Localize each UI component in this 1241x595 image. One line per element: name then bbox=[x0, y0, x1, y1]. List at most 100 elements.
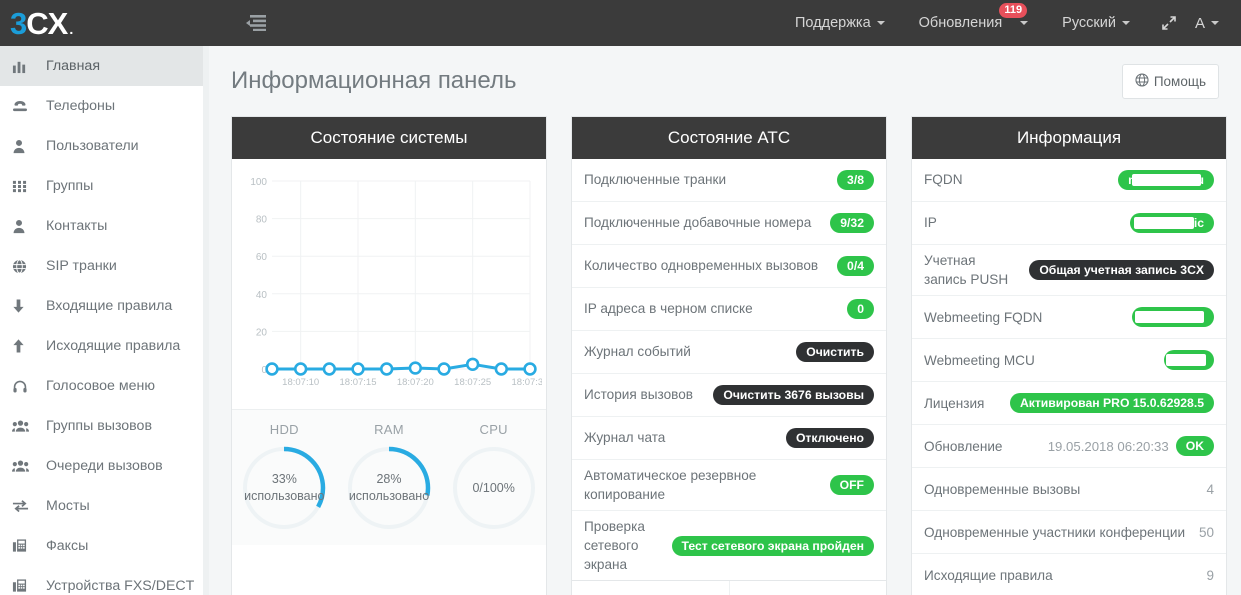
svg-text:100: 100 bbox=[250, 177, 267, 188]
help-button[interactable]: Помощь bbox=[1121, 63, 1219, 99]
pbx-row-value: 3/8 bbox=[837, 170, 874, 190]
info-row-value: 9 bbox=[1206, 568, 1214, 583]
collapse-menu-icon[interactable] bbox=[243, 10, 269, 36]
table-row: Лицензия Активирован PRO 15.0.62928.5 bbox=[912, 382, 1226, 426]
table-row: Одновременные вызовы 4 bbox=[912, 468, 1226, 512]
info-row-label: Исходящие правила bbox=[924, 568, 1053, 584]
action-button[interactable]: Очистить 3676 вызовы bbox=[713, 385, 874, 405]
nav-item-support[interactable]: Поддержка bbox=[778, 0, 902, 46]
pbx-row-label: Проверка сетевого экрана bbox=[584, 519, 645, 573]
info-row-label: Лицензия bbox=[924, 395, 985, 411]
pbx-row-value: Тест сетевого экрана пройден bbox=[671, 535, 874, 556]
svg-text:18:07:15: 18:07:15 bbox=[340, 377, 377, 388]
info-row-label: Webmeeting FQDN bbox=[924, 309, 1043, 325]
sidebar-item-2[interactable]: Пользователи bbox=[0, 126, 207, 166]
help-globe-icon bbox=[1135, 72, 1149, 90]
sidebar: Главная Телефоны Пользователи Группы Контакт… bbox=[0, 46, 208, 595]
top-bar: 3 CX . Поддержка Обновления 119 Русский bbox=[0, 0, 1241, 46]
action-button[interactable]: Общая учетная запись 3CX bbox=[1029, 260, 1214, 281]
user-icon bbox=[12, 139, 42, 154]
sidebar-item-label: Очереди вызовов bbox=[46, 458, 163, 474]
resource-gauges: HDD 33% использовано RAM 28% использовано CP… bbox=[232, 409, 546, 545]
expand-arrows-icon[interactable] bbox=[1147, 0, 1191, 46]
phone-icon bbox=[12, 98, 42, 114]
table-row: Webmeeting MCU bbox=[912, 339, 1226, 383]
status-badge: Активирован PRO 15.0.62928.5 bbox=[1009, 393, 1214, 414]
action-button[interactable]: Отключено bbox=[785, 428, 874, 448]
table-cell bbox=[572, 581, 730, 595]
pbx-row-label: Журнал чата bbox=[584, 430, 666, 446]
svg-text:18:07:30: 18:07:30 bbox=[512, 377, 542, 388]
sidebar-item-0[interactable]: Главная bbox=[0, 46, 207, 86]
sidebar-item-3[interactable]: Группы bbox=[0, 166, 207, 206]
table-row: Исходящие правила 9 bbox=[912, 554, 1226, 595]
sidebar-item-5[interactable]: SIP транки bbox=[0, 246, 207, 286]
status-badge: 9/32 bbox=[830, 213, 874, 233]
sidebar-item-1[interactable]: Телефоны bbox=[0, 86, 207, 126]
pbx-row-label: IP адреса в черном списке bbox=[584, 301, 753, 317]
sidebar-item-12[interactable]: Факсы bbox=[0, 526, 207, 566]
help-button-label: Помощь bbox=[1153, 73, 1206, 89]
table-row: Автоматическое резервное копирование OFF bbox=[572, 460, 886, 512]
gauge-value: 0/100% bbox=[451, 445, 537, 531]
table-row: Подключенные добавочные номера 9/32 bbox=[572, 202, 886, 245]
nav-item-updates[interactable]: Обновления 119 bbox=[902, 0, 1046, 46]
gauge-title: RAM bbox=[374, 422, 404, 437]
sidebar-item-label: Факсы bbox=[46, 538, 89, 554]
page-header: Информационная панель Помощь bbox=[209, 46, 1241, 116]
info-row-label: Одновременные участники конференции bbox=[924, 524, 1186, 540]
redacted-badge[interactable]: m .3cx.eu bbox=[1118, 170, 1214, 190]
sidebar-item-13[interactable]: Устройства FXS/DECT bbox=[0, 566, 207, 595]
pbx-row-value: 9/32 bbox=[830, 213, 874, 233]
sidebar-item-11[interactable]: Мосты bbox=[0, 486, 207, 526]
info-row-value: 50 bbox=[1199, 525, 1214, 540]
info-row-value: m .3cx.eu bbox=[1118, 170, 1214, 190]
redacted-badge[interactable]: Static bbox=[1130, 213, 1214, 233]
sidebar-item-label: Входящие правила bbox=[46, 298, 173, 314]
gauge-ring: 33% использовано bbox=[241, 445, 327, 531]
exchange-icon bbox=[12, 499, 42, 513]
sidebar-item-10[interactable]: Очереди вызовов bbox=[0, 446, 207, 486]
logo[interactable]: 3 CX . bbox=[0, 0, 215, 46]
gauge-hdd: HDD 33% использовано bbox=[232, 422, 337, 531]
sidebar-item-7[interactable]: Исходящие правила bbox=[0, 326, 207, 366]
top-nav: Поддержка Обновления 119 Русский A bbox=[778, 0, 1241, 46]
sidebar-item-label: SIP транки bbox=[46, 258, 117, 274]
grid-icon bbox=[12, 179, 42, 194]
table-row: История вызовов Очистить 3676 вызовы bbox=[572, 374, 886, 417]
numeric-value: 4 bbox=[1206, 481, 1214, 497]
logo-dot: . bbox=[69, 20, 73, 37]
action-button[interactable]: Очистить bbox=[796, 342, 874, 362]
chevron-down-icon bbox=[1121, 21, 1130, 25]
info-row-label: IP bbox=[924, 215, 937, 231]
updates-badge: 119 bbox=[999, 3, 1028, 19]
system-status-title: Состояние системы bbox=[232, 117, 546, 159]
fax-icon bbox=[12, 578, 42, 594]
table-row: Журнал чата Отключено bbox=[572, 417, 886, 460]
sidebar-item-6[interactable]: Входящие правила bbox=[0, 286, 207, 326]
pbx-row-label: Автоматическое резервное копирование bbox=[584, 468, 757, 503]
arrow-up-icon bbox=[12, 338, 42, 354]
pbx-row-value: Очистить 3676 вызовы bbox=[713, 385, 874, 405]
svg-text:18:07:10: 18:07:10 bbox=[282, 377, 319, 388]
gauge-percent: 33% bbox=[271, 472, 297, 487]
arrow-down-icon bbox=[12, 298, 42, 314]
pbx-bottom-table bbox=[572, 580, 886, 595]
nav-item-language[interactable]: Русский bbox=[1045, 0, 1147, 46]
redacted-badge[interactable] bbox=[1163, 350, 1214, 371]
sidebar-item-4[interactable]: Контакты bbox=[0, 206, 207, 246]
info-row-label: FQDN bbox=[924, 172, 963, 188]
svg-text:40: 40 bbox=[256, 290, 268, 301]
font-size-menu[interactable]: A bbox=[1191, 0, 1229, 46]
sidebar-item-8[interactable]: Голосовое меню bbox=[0, 366, 207, 406]
info-row-value: 4 bbox=[1206, 482, 1214, 497]
gauge-percent: 0/100% bbox=[472, 480, 515, 495]
table-row: Учетная запись PUSH Общая учетная запись … bbox=[912, 245, 1226, 297]
pbx-row-label: История вызовов bbox=[584, 387, 693, 403]
table-row: Проверка сетевого экрана Тест сетевого эк… bbox=[572, 511, 886, 580]
redacted-badge[interactable]: x.net bbox=[1131, 307, 1214, 328]
sidebar-item-9[interactable]: Группы вызовов bbox=[0, 406, 207, 446]
status-badge: OFF bbox=[829, 475, 874, 496]
information-rows: FQDN m .3cx.eu IP Static Учетная запись PUS… bbox=[912, 159, 1226, 595]
user-icon bbox=[12, 219, 42, 234]
